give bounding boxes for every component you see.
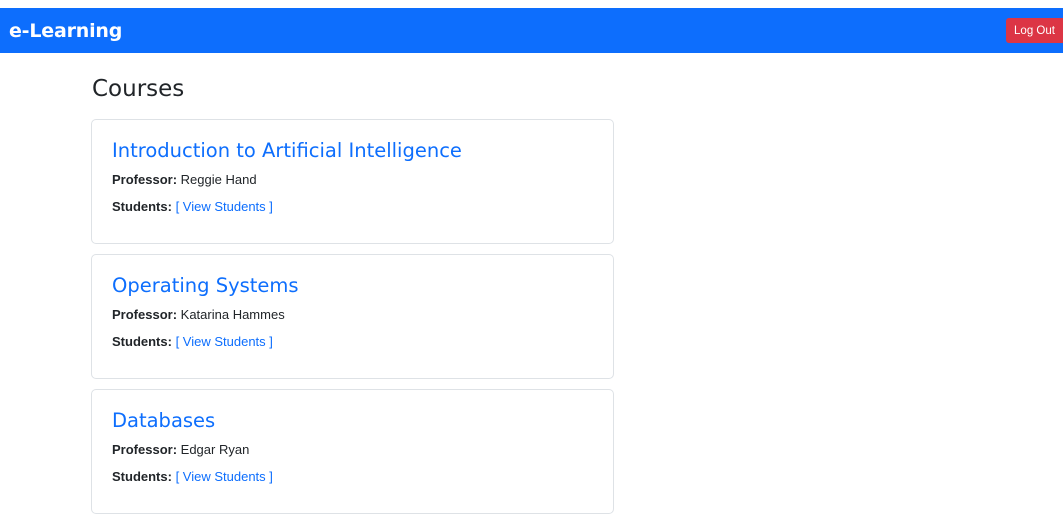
brand-logo[interactable]: e-Learning [9,19,122,43]
course-card: Introduction to Artificial Intelligence … [91,119,614,244]
professor-label: Professor: [112,442,178,457]
students-line: Students: [ View Students ] [112,198,593,216]
professor-label: Professor: [112,307,178,322]
students-line: Students: [ View Students ] [112,468,593,486]
professor-name: Reggie Hand [180,172,257,187]
professor-line: Professor: Reggie Hand [112,171,593,189]
students-label: Students: [112,334,172,349]
view-students-link[interactable]: [ View Students ] [176,469,273,484]
professor-line: Professor: Edgar Ryan [112,441,593,459]
professor-line: Professor: Katarina Hammes [112,306,593,324]
course-title-link[interactable]: Databases [112,407,593,435]
students-label: Students: [112,469,172,484]
view-students-link[interactable]: [ View Students ] [176,334,273,349]
course-card: Databases Professor: Edgar Ryan Students… [91,389,614,514]
students-line: Students: [ View Students ] [112,333,593,351]
course-list: Introduction to Artificial Intelligence … [91,119,614,524]
logout-button[interactable]: Log Out [1006,18,1063,43]
professor-label: Professor: [112,172,178,187]
course-title-link[interactable]: Introduction to Artificial Intelligence [112,137,593,165]
top-navbar: e-Learning Log Out [0,8,1063,53]
view-students-link[interactable]: [ View Students ] [176,199,273,214]
professor-name: Edgar Ryan [180,442,250,457]
professor-name: Katarina Hammes [180,307,285,322]
course-card: Operating Systems Professor: Katarina Ha… [91,254,614,379]
students-label: Students: [112,199,172,214]
page-title: Courses [92,76,185,102]
course-title-link[interactable]: Operating Systems [112,272,593,300]
